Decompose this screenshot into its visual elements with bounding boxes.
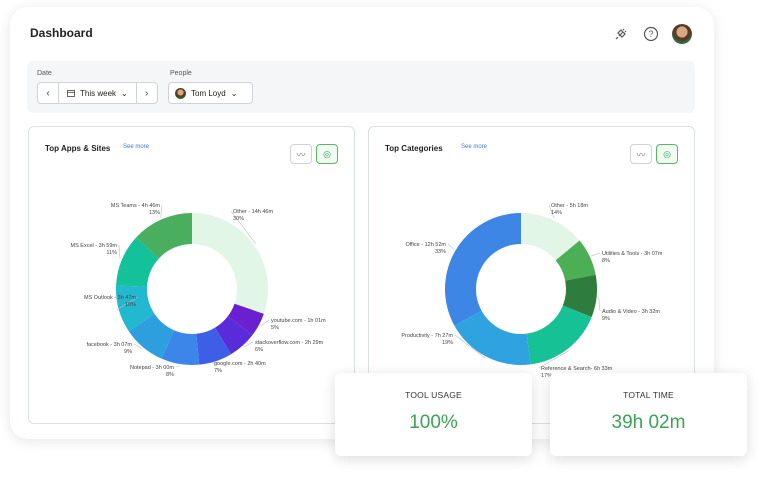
slice-percent: 7% — [214, 368, 222, 374]
leader-line — [260, 319, 270, 327]
total-time-card: TOTAL TIME 39h 02m — [550, 373, 747, 456]
slice-label: google.com - 2h 40m — [214, 361, 266, 367]
top-apps-donut-chart: Other - 14h 46m30% youtube.com - 1h 01m5%… — [71, 203, 327, 378]
slice-percent: 33% — [435, 249, 446, 255]
header-actions: ? — [612, 24, 692, 44]
slice-label: Utilities & Tools - 3h 07m — [602, 251, 663, 257]
leader-line — [118, 244, 121, 259]
slice-percent: 9% — [124, 349, 132, 355]
filter-bar: Date ‹ This week ⌄ › People Tom Loyd ⌄ — [27, 61, 695, 113]
line-chart-icon[interactable]: 〰 — [630, 144, 652, 164]
top-apps-panel: Other - 14h 46m 30% youtube.com - 1h 01m 5%… — [28, 126, 355, 424]
slice-label: facebook - 3h 07m — [86, 342, 132, 348]
slice-label: MS Teams - 4h 46m — [111, 203, 161, 209]
date-range-value: This week — [80, 88, 117, 98]
leader-line — [591, 252, 601, 257]
slice-percent: 30% — [233, 216, 244, 222]
see-more-link[interactable]: See more — [461, 144, 487, 150]
slice-label: youtube.com - 1h 01m — [271, 318, 326, 324]
leader-line — [175, 365, 180, 368]
slice-percent: 9% — [602, 316, 610, 322]
next-week-button[interactable]: › — [137, 83, 157, 103]
panel-title: Top Apps & Sites — [45, 144, 111, 153]
slice-label: Productivity - 7h 27m — [401, 333, 453, 339]
donut-chart-icon[interactable]: ◎ — [656, 144, 678, 164]
slice-label: Office - 12h 52m — [405, 242, 446, 248]
slice-label: MS Excel - 3h 59m — [71, 243, 118, 249]
kpi-label: TOTAL TIME — [623, 390, 674, 400]
donut-slice-reference-search[interactable] — [526, 305, 592, 365]
slice-label: MS Outlook - 3h 47m — [84, 295, 136, 301]
kpi-label: TOOL USAGE — [405, 390, 462, 400]
page-title: Dashboard — [30, 26, 93, 40]
chart-type-toggle: 〰 ◎ — [630, 144, 678, 164]
slice-label: Other - 14h 46m — [233, 209, 273, 215]
slice-label: Reference & Search- 6h 33m — [541, 366, 613, 372]
donut-chart-icon[interactable]: ◎ — [316, 144, 338, 164]
tool-usage-card: TOOL USAGE 100% — [335, 373, 532, 456]
chevron-down-icon: ⌄ — [230, 88, 238, 98]
slice-label: Audio & Video - 3h 32m — [602, 309, 660, 315]
leader-line — [447, 243, 455, 250]
donut-slice-other[interactable] — [192, 213, 268, 314]
date-filter-label: Date — [37, 70, 52, 77]
date-filter: ‹ This week ⌄ › — [37, 82, 158, 104]
slice-percent: 13% — [149, 210, 160, 216]
chart-type-toggle: 〰 ◎ — [290, 144, 338, 164]
user-avatar[interactable] — [672, 24, 692, 44]
people-value: Tom Loyd — [191, 88, 226, 98]
slice-percent: 11% — [106, 250, 117, 256]
previous-week-button[interactable]: ‹ — [38, 83, 58, 103]
help-icon[interactable]: ? — [642, 25, 660, 43]
line-chart-icon[interactable]: 〰 — [290, 144, 312, 164]
kpi-value: 100% — [409, 412, 458, 433]
panel-title: Top Categories — [385, 144, 443, 153]
slice-percent: 19% — [442, 340, 453, 346]
plug-icon[interactable] — [612, 25, 630, 43]
date-range-select[interactable]: This week ⌄ — [58, 83, 137, 103]
calendar-icon — [67, 90, 75, 97]
svg-text:?: ? — [648, 29, 653, 39]
see-more-link[interactable]: See more — [123, 144, 149, 150]
people-select[interactable]: Tom Loyd ⌄ — [168, 82, 253, 104]
slice-percent: 8% — [602, 258, 610, 264]
kpi-value: 39h 02m — [611, 412, 686, 433]
donut-slice-office[interactable] — [445, 213, 521, 326]
slice-percent: 6% — [255, 347, 263, 353]
chevron-down-icon: ⌄ — [121, 88, 128, 98]
slice-label: stackoverflow.com - 2h 29m — [255, 340, 324, 346]
slice-percent: 8% — [166, 372, 174, 378]
slice-label: Notepad - 3h 00m — [130, 365, 174, 371]
leader-line — [160, 204, 163, 218]
slice-percent: 14% — [551, 210, 562, 216]
people-filter-label: People — [170, 70, 192, 77]
person-avatar — [175, 87, 186, 99]
slice-percent: 5% — [271, 325, 279, 331]
slice-percent: 10% — [125, 302, 136, 308]
slice-label: Other - 5h 18m — [551, 203, 588, 209]
leader-line — [598, 296, 601, 312]
